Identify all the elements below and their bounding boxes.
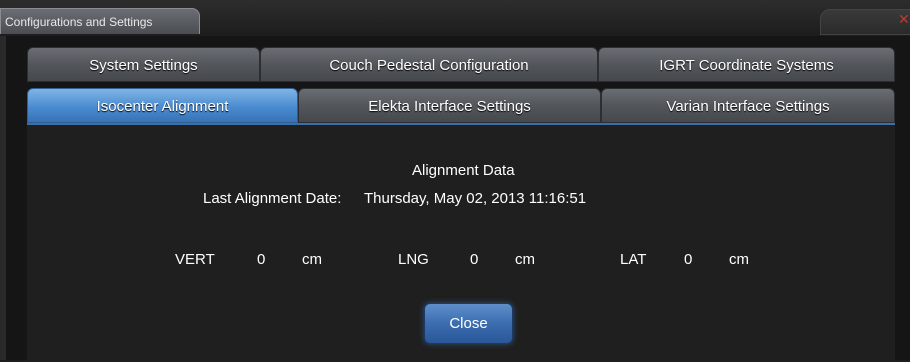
title-bar: Configurations and Settings ✕ [0,0,910,36]
vert-value: 0 [257,251,266,268]
tab-elekta-interface-settings[interactable]: Elekta Interface Settings [298,88,601,123]
lng-value: 0 [470,251,479,268]
lng-unit: cm [515,251,535,268]
tab-row-bottom: Isocenter Alignment Elekta Interface Set… [27,88,895,123]
tab-couch-pedestal-configuration[interactable]: Couch Pedestal Configuration [260,47,598,82]
alignment-data-heading: Alignment Data [412,162,515,179]
close-icon[interactable]: ✕ [898,10,910,28]
vert-label: VERT [175,251,215,268]
lat-value: 0 [684,251,693,268]
title-bar-right-decoration [820,9,910,35]
tab-isocenter-alignment[interactable]: Isocenter Alignment [27,88,298,123]
tab-row-top: System Settings Couch Pedestal Configura… [27,47,895,82]
window-left-edge [0,36,6,360]
lat-label: LAT [620,251,647,268]
tab-igrt-coordinate-systems[interactable]: IGRT Coordinate Systems [598,47,895,82]
vert-unit: cm [302,251,322,268]
lng-label: LNG [398,251,429,268]
close-button[interactable]: Close [424,303,513,344]
last-alignment-date-label: Last Alignment Date: [203,190,342,207]
tab-varian-interface-settings[interactable]: Varian Interface Settings [601,88,895,123]
window-title: Configurations and Settings [0,8,200,34]
last-alignment-date-value: Thursday, May 02, 2013 11:16:51 [364,190,587,207]
tab-system-settings[interactable]: System Settings [27,47,260,82]
lat-unit: cm [729,251,749,268]
